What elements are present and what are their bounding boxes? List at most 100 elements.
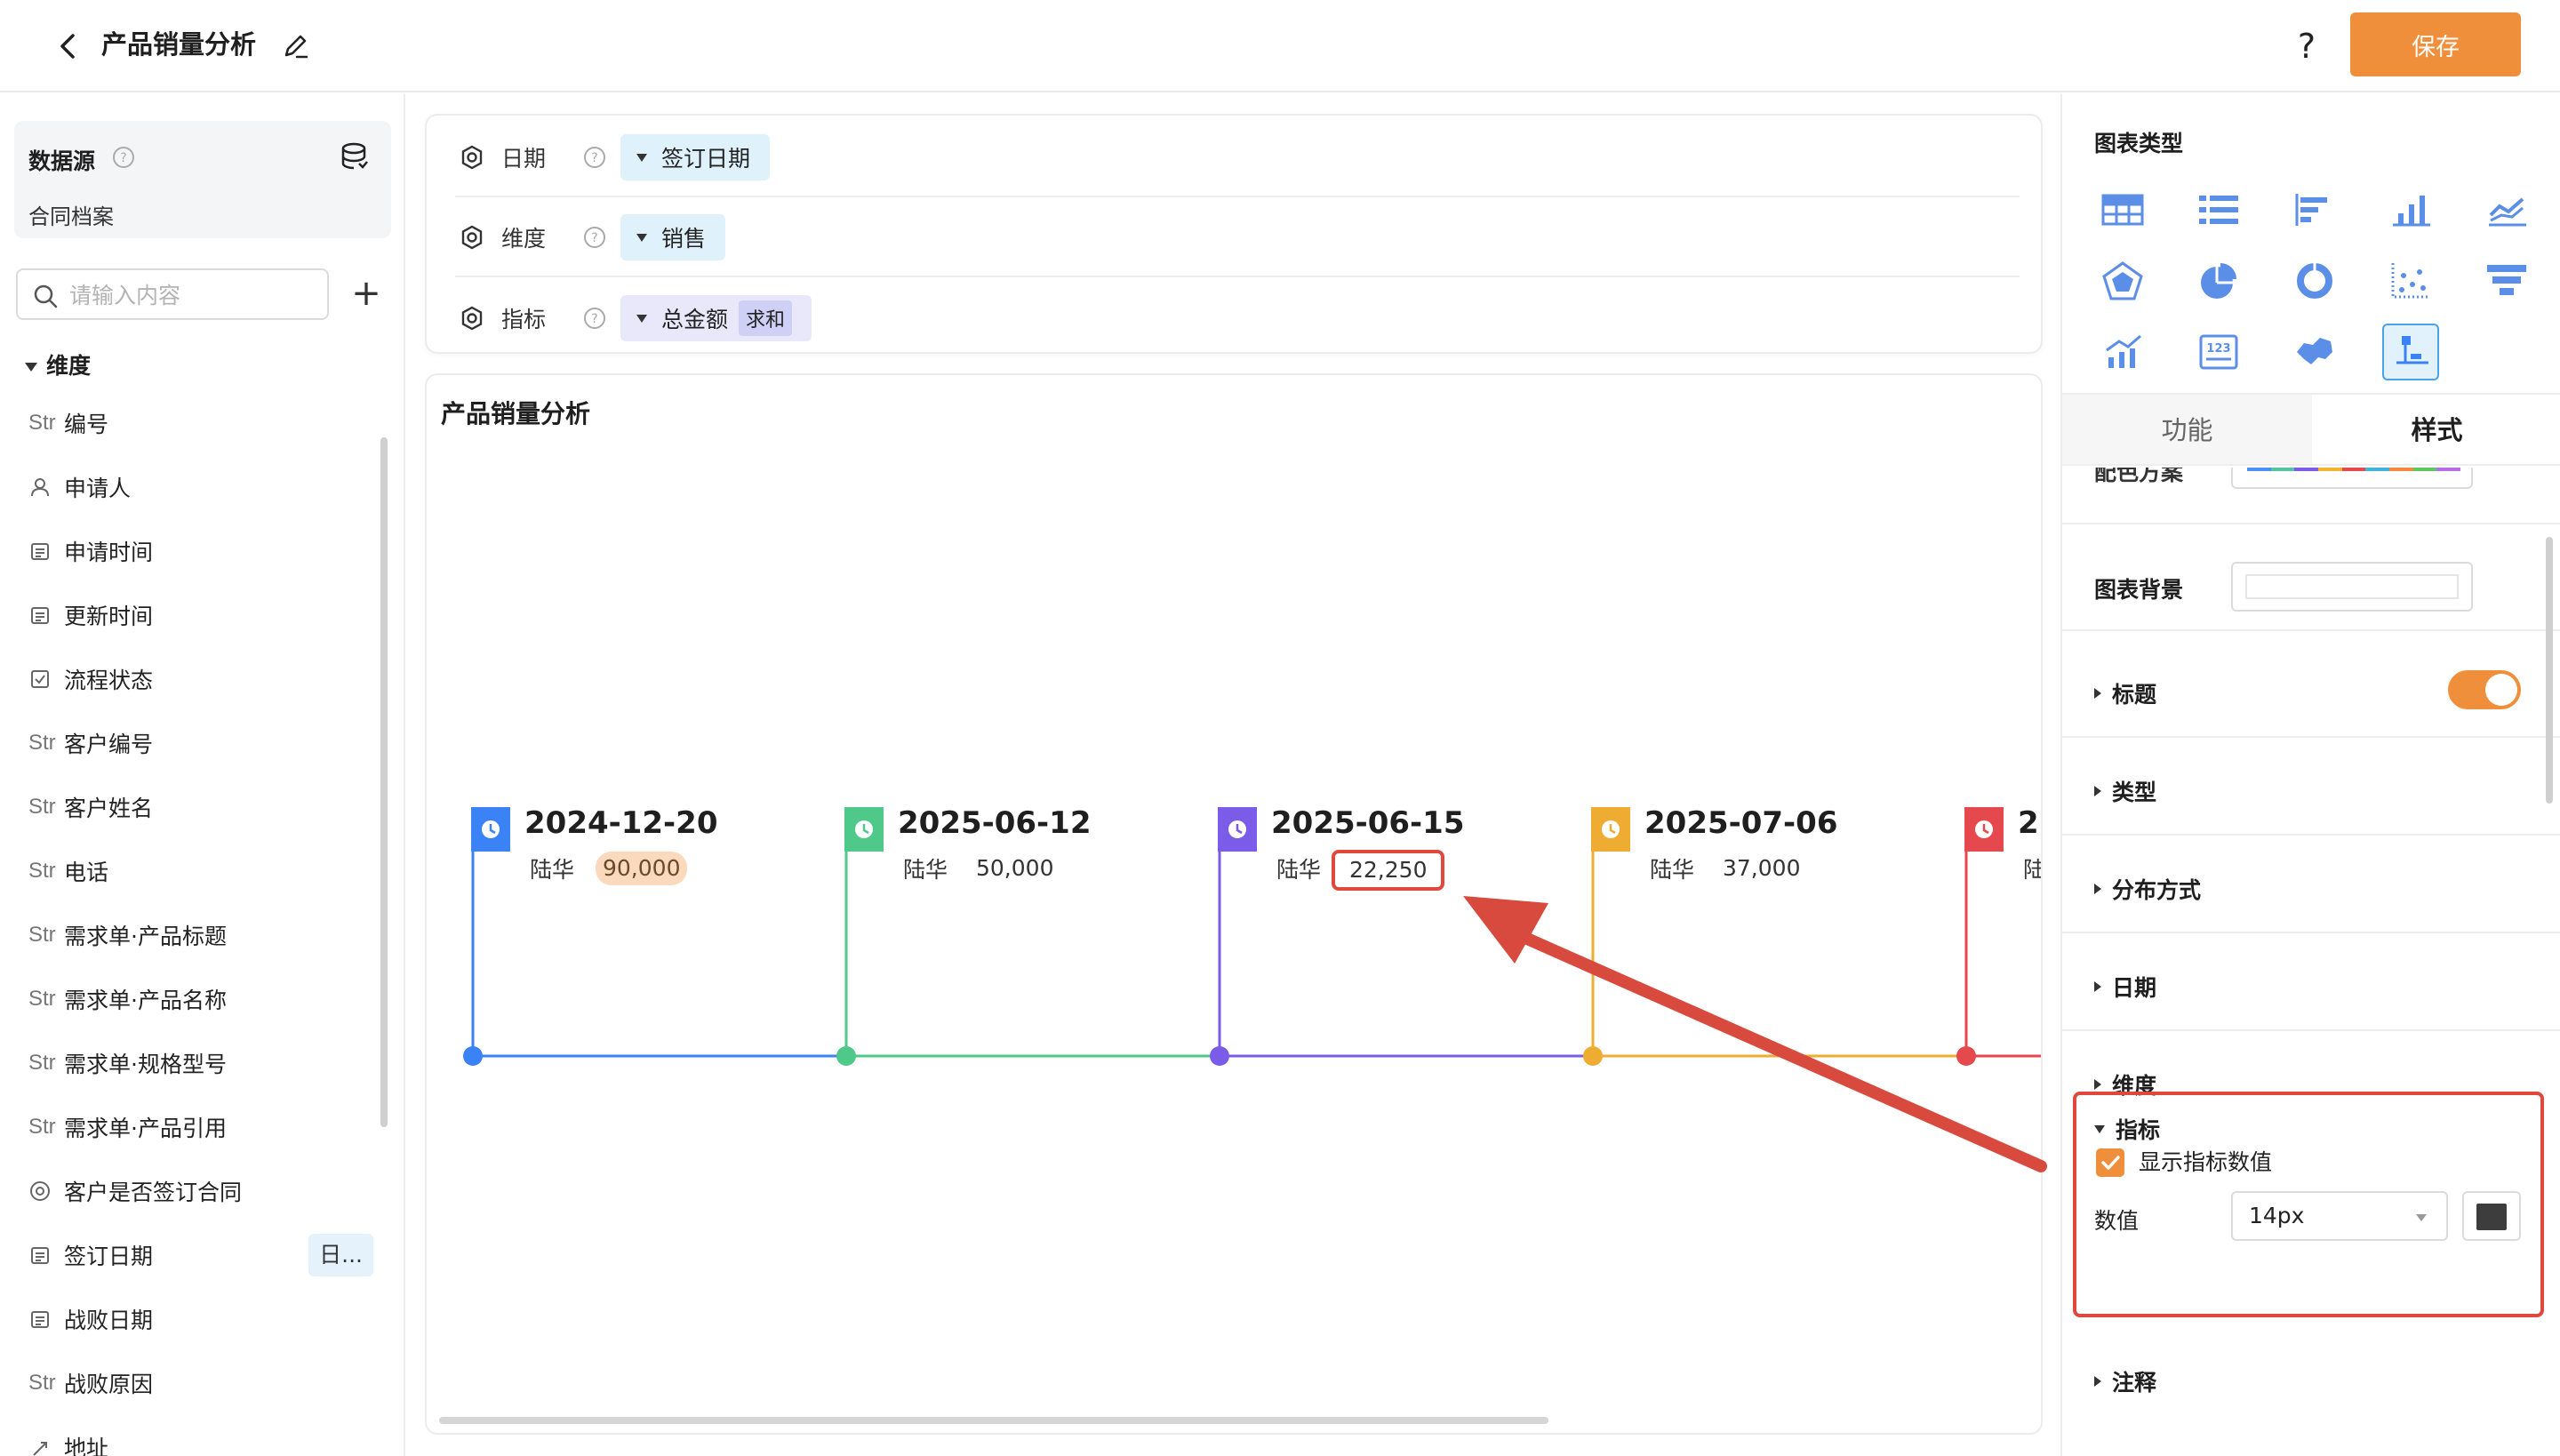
list-chart-icon[interactable] (2190, 181, 2247, 238)
color-scheme-select[interactable] (2231, 468, 2473, 489)
field-item-sign-date[interactable]: 签订日期 日... (28, 1223, 384, 1287)
caret-down-icon (25, 363, 37, 372)
page-title: 产品销量分析 (101, 29, 257, 60)
field-item-product-ref[interactable]: Str 需求单·产品引用 (28, 1095, 384, 1159)
section-annotation[interactable]: 注释 (2094, 1365, 2156, 1397)
divider (2062, 834, 2560, 836)
settings-icon[interactable] (459, 224, 485, 251)
datasource-title: 数据源 (28, 148, 96, 174)
style-panel-scrollbar[interactable] (2546, 537, 2553, 804)
table-chart-icon[interactable] (2094, 181, 2151, 238)
field-item-flow-status[interactable]: 流程状态 (28, 647, 384, 711)
line-chart-icon[interactable] (2478, 181, 2535, 238)
timeline-node[interactable] (463, 1046, 483, 1066)
help-circle-icon[interactable]: ? (583, 226, 606, 249)
caret-down-icon (636, 233, 647, 242)
horizontal-bar-chart-icon[interactable] (2286, 181, 2343, 238)
help-circle-icon[interactable]: ? (583, 146, 606, 169)
map-chart-icon[interactable] (2286, 324, 2343, 380)
config-label: 指标 (501, 307, 547, 332)
field-item-customer-name[interactable]: Str 客户姓名 (28, 775, 384, 839)
section-date[interactable]: 日期 (2094, 971, 2156, 1003)
save-button[interactable]: 保存 (2350, 12, 2521, 76)
svg-text:?: ? (591, 312, 597, 326)
search-input[interactable] (69, 279, 318, 311)
calendar-icon (28, 1242, 59, 1268)
value-color-picker[interactable] (2462, 1191, 2521, 1241)
calendar-icon (28, 538, 59, 564)
donut-chart-icon[interactable] (2286, 252, 2343, 309)
chart-horizontal-scrollbar[interactable] (439, 1417, 1548, 1424)
datasource-card: 数据源 ? 合同档案 (14, 121, 391, 238)
field-item-lost-date[interactable]: 战败日期 (28, 1287, 384, 1351)
location-icon (28, 1434, 59, 1456)
field-item-spec[interactable]: Str 需求单·规格型号 (28, 1031, 384, 1095)
field-item-contract-signed[interactable]: 客户是否签订合同 (28, 1159, 384, 1223)
tab-style[interactable]: 样式 (2312, 395, 2560, 464)
field-item-applicant[interactable]: 申请人 (28, 455, 384, 519)
tab-function[interactable]: 功能 (2062, 395, 2312, 464)
settings-icon[interactable] (459, 144, 485, 171)
field-item-id[interactable]: Str 编号 (28, 391, 384, 455)
help-button[interactable]: ? (2284, 21, 2329, 71)
dimension-field-pill[interactable]: 销售 (620, 214, 726, 260)
value-size-select[interactable]: 14px (2231, 1191, 2448, 1241)
settings-icon[interactable] (459, 305, 485, 332)
edit-icon[interactable] (281, 30, 311, 60)
caret-down-icon (2094, 1124, 2105, 1133)
date-field-pill[interactable]: 签订日期 (620, 134, 771, 180)
help-circle-icon[interactable]: ? (112, 146, 135, 169)
add-field-button[interactable]: + (348, 272, 384, 316)
field-item-address[interactable]: 地址 (28, 1415, 384, 1456)
timeline-metric-value: 22,250 (1332, 850, 1445, 891)
timeline-chart-icon[interactable] (2382, 324, 2439, 380)
scatter-chart-icon[interactable] (2382, 252, 2439, 309)
field-item-apply-time[interactable]: 申请时间 (28, 519, 384, 583)
number-card-icon[interactable]: 123 (2190, 324, 2247, 380)
svg-text:?: ? (120, 151, 126, 165)
timeline-node[interactable] (1583, 1046, 1603, 1066)
section-label: 指标 (2116, 1117, 2161, 1143)
field-item-product-title[interactable]: Str 需求单·产品标题 (28, 903, 384, 967)
field-item-product-name[interactable]: Str 需求单·产品名称 (28, 967, 384, 1031)
timeline-node[interactable] (1210, 1046, 1229, 1066)
help-circle-icon[interactable]: ? (583, 307, 606, 330)
scheme-color-6 (2389, 468, 2413, 471)
section-type[interactable]: 类型 (2094, 775, 2156, 807)
config-row-dimension: 维度 ? 销售 (455, 199, 2020, 277)
caret-right-icon (2094, 1079, 2101, 1090)
metric-field-pill[interactable]: 总金额 求和 (620, 295, 812, 341)
chart-background-label: 图表背景 (2094, 577, 2184, 603)
bar-chart-icon[interactable] (2382, 181, 2439, 238)
timeline-date: 2024-12-20 (524, 805, 718, 841)
show-value-checkbox[interactable] (2096, 1148, 2124, 1177)
style-panel: 图表类型 123 功能 样式 配色方案 图表背景 标题 类型 分布方式 日期 维… (2060, 94, 2560, 1456)
field-item-customer-no[interactable]: Str 客户编号 (28, 711, 384, 775)
field-item-phone[interactable]: Str 电话 (28, 839, 384, 903)
combo-chart-icon[interactable] (2094, 324, 2151, 380)
database-icon[interactable] (338, 140, 370, 172)
timeline-node[interactable] (1956, 1046, 1976, 1066)
svg-text:?: ? (591, 231, 597, 245)
dimension-section-header[interactable]: 维度 (25, 348, 91, 380)
section-distribution[interactable]: 分布方式 (2094, 873, 2201, 905)
section-metric[interactable]: 指标 (2094, 1113, 2160, 1145)
clock-icon (1228, 820, 1246, 838)
field-item-lost-reason[interactable]: Str 战败原因 (28, 1351, 384, 1415)
search-field[interactable] (16, 268, 329, 320)
pie-chart-icon[interactable] (2190, 252, 2247, 309)
radar-chart-icon[interactable] (2094, 252, 2151, 309)
title-toggle[interactable] (2448, 670, 2521, 709)
config-row-date: 日期 ? 签订日期 (455, 119, 2020, 197)
timeline-node[interactable] (836, 1046, 856, 1066)
divider (2062, 1029, 2560, 1031)
scheme-color-1 (2270, 468, 2295, 471)
field-item-update-time[interactable]: 更新时间 (28, 583, 384, 647)
section-title[interactable]: 标题 (2094, 677, 2156, 709)
show-value-label: 显示指标数值 (2139, 1149, 2273, 1175)
field-list-scrollbar[interactable] (380, 437, 388, 1127)
back-icon[interactable] (50, 27, 89, 66)
funnel-chart-icon[interactable] (2478, 252, 2535, 309)
chart-background-picker[interactable] (2231, 562, 2473, 612)
background-swatch (2245, 574, 2459, 599)
